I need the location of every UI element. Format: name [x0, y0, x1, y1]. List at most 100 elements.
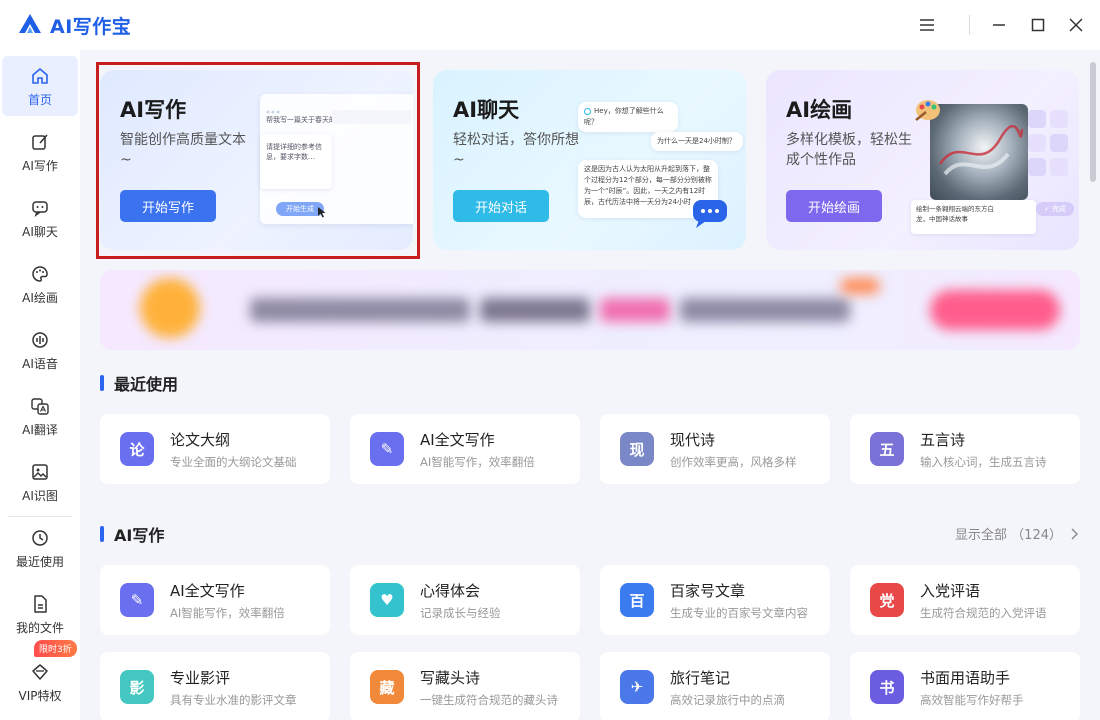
section-title: 最近使用 [114, 375, 179, 394]
tool-desc: 高效智能写作好帮手 [920, 693, 1024, 707]
sidebar-item-label: AI绘画 [22, 290, 58, 305]
tool-card[interactable]: ✎ AI全文写作 AI智能写作，效率翻倍 [350, 414, 580, 484]
tool-name: 心得体会 [420, 582, 481, 600]
tool-desc: 生成符合规范的入党评语 [920, 606, 1047, 620]
show-all-label: 显示全部 （124） [955, 528, 1062, 543]
quill-icon: ✎ [120, 583, 154, 617]
sidebar: 首页 AI写作 AI聊天 AI绘画 AI语音 AI翻译 AI识图 最近使用 我的… [0, 50, 80, 720]
tool-card[interactable]: 论 论文大纲 专业全面的大纲论文基础 [100, 414, 330, 484]
voice-icon [29, 329, 51, 351]
banner-blob-text [480, 298, 590, 322]
show-all-link[interactable]: 显示全部 （124） [955, 524, 1078, 543]
book-icon: 书 [870, 670, 904, 704]
sidebar-item-ai-image-recognition[interactable]: AI识图 [2, 452, 78, 512]
palette-icon [29, 263, 51, 285]
sidebar-item-ai-translate[interactable]: AI翻译 [2, 386, 78, 446]
sidebar-item-label: 我的文件 [15, 620, 64, 635]
tool-name: 五言诗 [920, 431, 966, 449]
hero-desc: 智能创作高质量文本~ [120, 132, 246, 168]
painting-status: 完成 [1051, 205, 1066, 213]
tool-name: 论文大纲 [170, 431, 231, 449]
tool-card[interactable]: 书 书面用语助手 高效智能写作好帮手 [850, 652, 1080, 720]
chat-icon [29, 197, 51, 219]
vip-discount-badge: 限时3折 [34, 640, 77, 657]
baijia-icon: 百 [620, 583, 654, 617]
preview-body: 请提详细的参考信息，要求字数… [266, 143, 322, 161]
tool-card[interactable]: 五 五言诗 输入核心词，生成五言诗 [850, 414, 1080, 484]
sidebar-item-label: AI聊天 [22, 224, 58, 239]
tool-name: AI全文写作 [170, 582, 245, 600]
check-icon: ✓ [1044, 205, 1050, 213]
sidebar-divider [8, 516, 72, 517]
chat-bubble-icon [693, 200, 727, 228]
film-icon: 影 [120, 670, 154, 704]
tool-name: 百家号文章 [670, 582, 746, 600]
main-content: AI写作 智能创作高质量文本~ 开始写作 帮我写一篇关于春天的作文 请提详细的参… [80, 50, 1100, 720]
cursor-icon [318, 207, 326, 218]
sidebar-item-my-files[interactable]: 我的文件 [2, 584, 78, 644]
chat-bubble-greeting: Hey，你想了解些什么呢？ [578, 102, 678, 132]
banner-blob-tag [840, 278, 880, 294]
sidebar-item-ai-writing[interactable]: AI写作 [2, 122, 78, 182]
tool-name: 现代诗 [670, 431, 716, 449]
file-icon [29, 593, 51, 615]
tool-card[interactable]: 百 百家号文章 生成专业的百家号文章内容 [600, 565, 830, 635]
sidebar-item-label: VIP特权 [18, 688, 62, 703]
tool-name: 写藏头诗 [420, 669, 481, 687]
section-header-ai-writing: AI写作 [100, 524, 165, 545]
hero-card-ai-chat[interactable]: AI聊天 轻松对话，答你所想~ 开始对话 Hey，你想了解些什么呢？ 为什么一天… [433, 70, 746, 250]
sidebar-item-ai-chat[interactable]: AI聊天 [2, 188, 78, 248]
titlebar-divider [969, 15, 970, 35]
poem5-icon: 五 [870, 432, 904, 466]
dragon-artwork [930, 104, 1028, 200]
party-icon: 党 [870, 583, 904, 617]
vip-icon [29, 661, 51, 683]
sidebar-item-recent[interactable]: 最近使用 [2, 518, 78, 578]
tool-name: AI全文写作 [420, 431, 495, 449]
tool-card[interactable]: ♥ 心得体会 记录成长与经验 [350, 565, 580, 635]
start-writing-button[interactable]: 开始写作 [120, 190, 216, 222]
start-painting-button[interactable]: 开始绘画 [786, 190, 882, 222]
close-icon[interactable] [1063, 12, 1089, 38]
hero-card-ai-painting[interactable]: AI绘画 多样化模板，轻松生成个性作品 开始绘画 绘制一条翱翔云端的东方白龙，中… [766, 70, 1079, 250]
dragon-icon [938, 124, 1024, 176]
sidebar-item-label: AI翻译 [22, 422, 58, 437]
home-icon [29, 65, 51, 87]
tool-desc: 高效记录旅行中的点滴 [670, 693, 785, 707]
sidebar-item-ai-painting[interactable]: AI绘画 [2, 254, 78, 314]
sidebar-item-home[interactable]: 首页 [2, 56, 78, 116]
hero-title: AI写作 [120, 98, 187, 122]
tool-card[interactable]: ✎ AI全文写作 AI智能写作，效率翻倍 [100, 565, 330, 635]
section-title: AI写作 [114, 526, 165, 545]
minimize-icon[interactable] [986, 12, 1012, 38]
palette-emoji-icon [915, 100, 940, 121]
tool-desc: 输入核心词，生成五言诗 [920, 455, 1047, 469]
tool-desc: 记录成长与经验 [420, 606, 501, 620]
banner-blob-text [680, 298, 850, 322]
writing-preview: 帮我写一篇关于春天的作文 请提详细的参考信息，要求字数… 开始生成 [260, 94, 413, 224]
painting-prompt-box: 绘制一条翱翔云端的东方白龙，中国神话故事 [911, 200, 1036, 234]
start-chat-button[interactable]: 开始对话 [453, 190, 549, 222]
hero-card-ai-writing[interactable]: AI写作 智能创作高质量文本~ 开始写作 帮我写一篇关于春天的作文 请提详细的参… [100, 70, 413, 250]
outline-icon: 论 [120, 432, 154, 466]
sidebar-item-label: 首页 [27, 92, 52, 107]
promo-banner[interactable] [100, 270, 1080, 350]
section-header-recent: 最近使用 [100, 373, 179, 394]
tool-card[interactable]: 现 现代诗 创作效率更高，风格多样 [600, 414, 830, 484]
poem-icon: 现 [620, 432, 654, 466]
sidebar-item-vip[interactable]: VIP特权 [2, 652, 78, 712]
tool-card[interactable]: 影 专业影评 具有专业水准的影评文章 [100, 652, 330, 720]
tool-card[interactable]: ✈ 旅行笔记 高效记录旅行中的点滴 [600, 652, 830, 720]
question-text: 为什么一天是24小时制？ [657, 137, 736, 145]
tool-card[interactable]: 党 入党评语 生成符合规范的入党评语 [850, 565, 1080, 635]
tool-card[interactable]: 藏 写藏头诗 一键生成符合规范的藏头诗 [350, 652, 580, 720]
sidebar-item-label: 最近使用 [15, 554, 64, 569]
tool-name: 专业影评 [170, 669, 231, 687]
acrostic-icon: 藏 [370, 670, 404, 704]
menu-icon[interactable] [914, 12, 940, 38]
scrollbar[interactable] [1090, 62, 1096, 182]
maximize-icon[interactable] [1025, 12, 1051, 38]
hero-title: AI聊天 [453, 98, 520, 122]
hero-desc: 轻松对话，答你所想~ [453, 132, 579, 168]
sidebar-item-ai-voice[interactable]: AI语音 [2, 320, 78, 380]
